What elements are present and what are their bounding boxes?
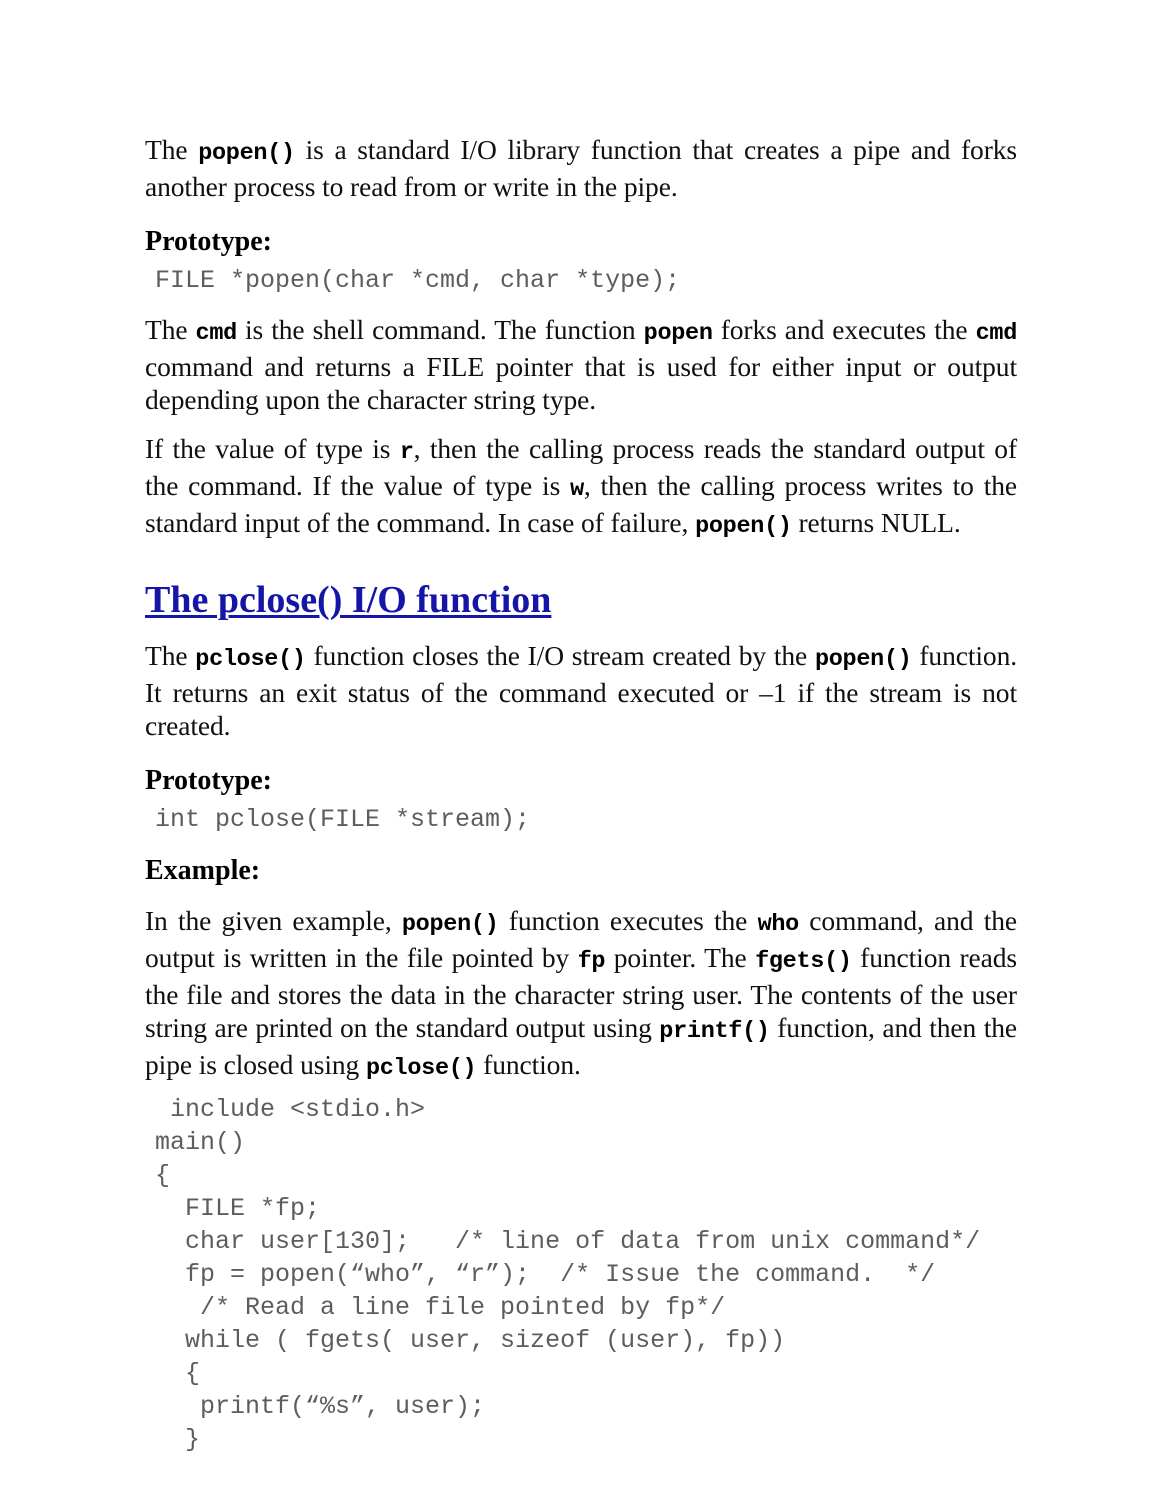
inline-code-popen: popen() — [198, 140, 295, 167]
text-fragment: If the value of type is — [145, 433, 400, 464]
code-listing: include <stdio.h> main() { FILE *fp; char … — [155, 1093, 1017, 1456]
inline-code-popen: popen() — [814, 646, 912, 673]
paragraph-popen-intro: The popen() is a standard I/O library fu… — [145, 133, 1017, 203]
paragraph-pclose-description: The pclose() function closes the I/O str… — [145, 639, 1017, 742]
inline-code-cmd: cmd — [975, 320, 1018, 347]
code-line: { — [155, 1161, 171, 1190]
text-fragment: The — [145, 314, 196, 345]
prototype-code-popen: FILE *popen(char *cmd, char *type); — [155, 266, 681, 295]
inline-code-pclose: pclose() — [365, 1055, 477, 1082]
text-fragment: command and returns a FILE pointer that … — [145, 351, 1017, 415]
paragraph-example-description: In the given example, popen() function e… — [145, 904, 1017, 1085]
section-heading-pclose: The pclose() I/O function — [145, 579, 552, 621]
inline-code-popen: popen() — [695, 513, 792, 540]
inline-code-pclose: pclose() — [195, 646, 306, 673]
text-fragment: function closes the I/O stream created b… — [305, 640, 815, 671]
text-fragment: pointer. The — [605, 942, 756, 973]
text-fragment: function. — [476, 1049, 581, 1080]
inline-code-w: w — [570, 476, 584, 503]
inline-code-popen: popen() — [401, 911, 499, 938]
text-fragment: function executes the — [498, 905, 758, 936]
text-fragment: returns NULL. — [791, 507, 961, 538]
code-line: /* Read a line file pointed by fp*/ — [155, 1293, 726, 1322]
inline-code-fp: fp — [577, 948, 606, 975]
document-page: The popen() is a standard I/O library fu… — [0, 0, 1159, 1500]
heading-prototype-popen: Prototype: — [145, 226, 272, 257]
code-line: char user[130]; /* line of data from uni… — [155, 1227, 981, 1256]
text-fragment: forks and executes the — [712, 314, 976, 345]
text-fragment: In the given example, — [145, 905, 402, 936]
code-line: fp = popen(“who”, “r”); /* Issue the com… — [155, 1260, 936, 1289]
inline-code-who: who — [757, 911, 800, 938]
paragraph-cmd-description: The cmd is the shell command. The functi… — [145, 313, 1017, 416]
document-content-column: The popen() is a standard I/O library fu… — [145, 133, 1017, 1456]
code-line: { — [155, 1359, 201, 1388]
paragraph-type-description: If the value of type is r, then the call… — [145, 432, 1017, 543]
code-line: } — [155, 1425, 201, 1454]
code-line: include <stdio.h> — [155, 1095, 426, 1124]
text-fragment: is the shell command. The function — [236, 314, 644, 345]
heading-prototype-pclose: Prototype: — [145, 765, 272, 796]
text-fragment: The — [145, 134, 199, 165]
prototype-code-pclose: int pclose(FILE *stream); — [155, 805, 531, 834]
heading-example: Example: — [145, 855, 261, 886]
inline-code-printf: printf() — [659, 1018, 770, 1045]
inline-code-popen: popen — [643, 320, 713, 347]
code-line: FILE *fp; — [155, 1194, 321, 1223]
inline-code-cmd: cmd — [195, 320, 238, 347]
code-line: while ( fgets( user, sizeof (user), fp)) — [155, 1326, 786, 1355]
inline-code-fgets: fgets() — [755, 948, 852, 975]
inline-code-r: r — [399, 439, 414, 466]
code-line: printf(“%s”, user); — [155, 1392, 486, 1421]
code-line: main() — [155, 1128, 246, 1157]
text-fragment: The — [145, 640, 196, 671]
